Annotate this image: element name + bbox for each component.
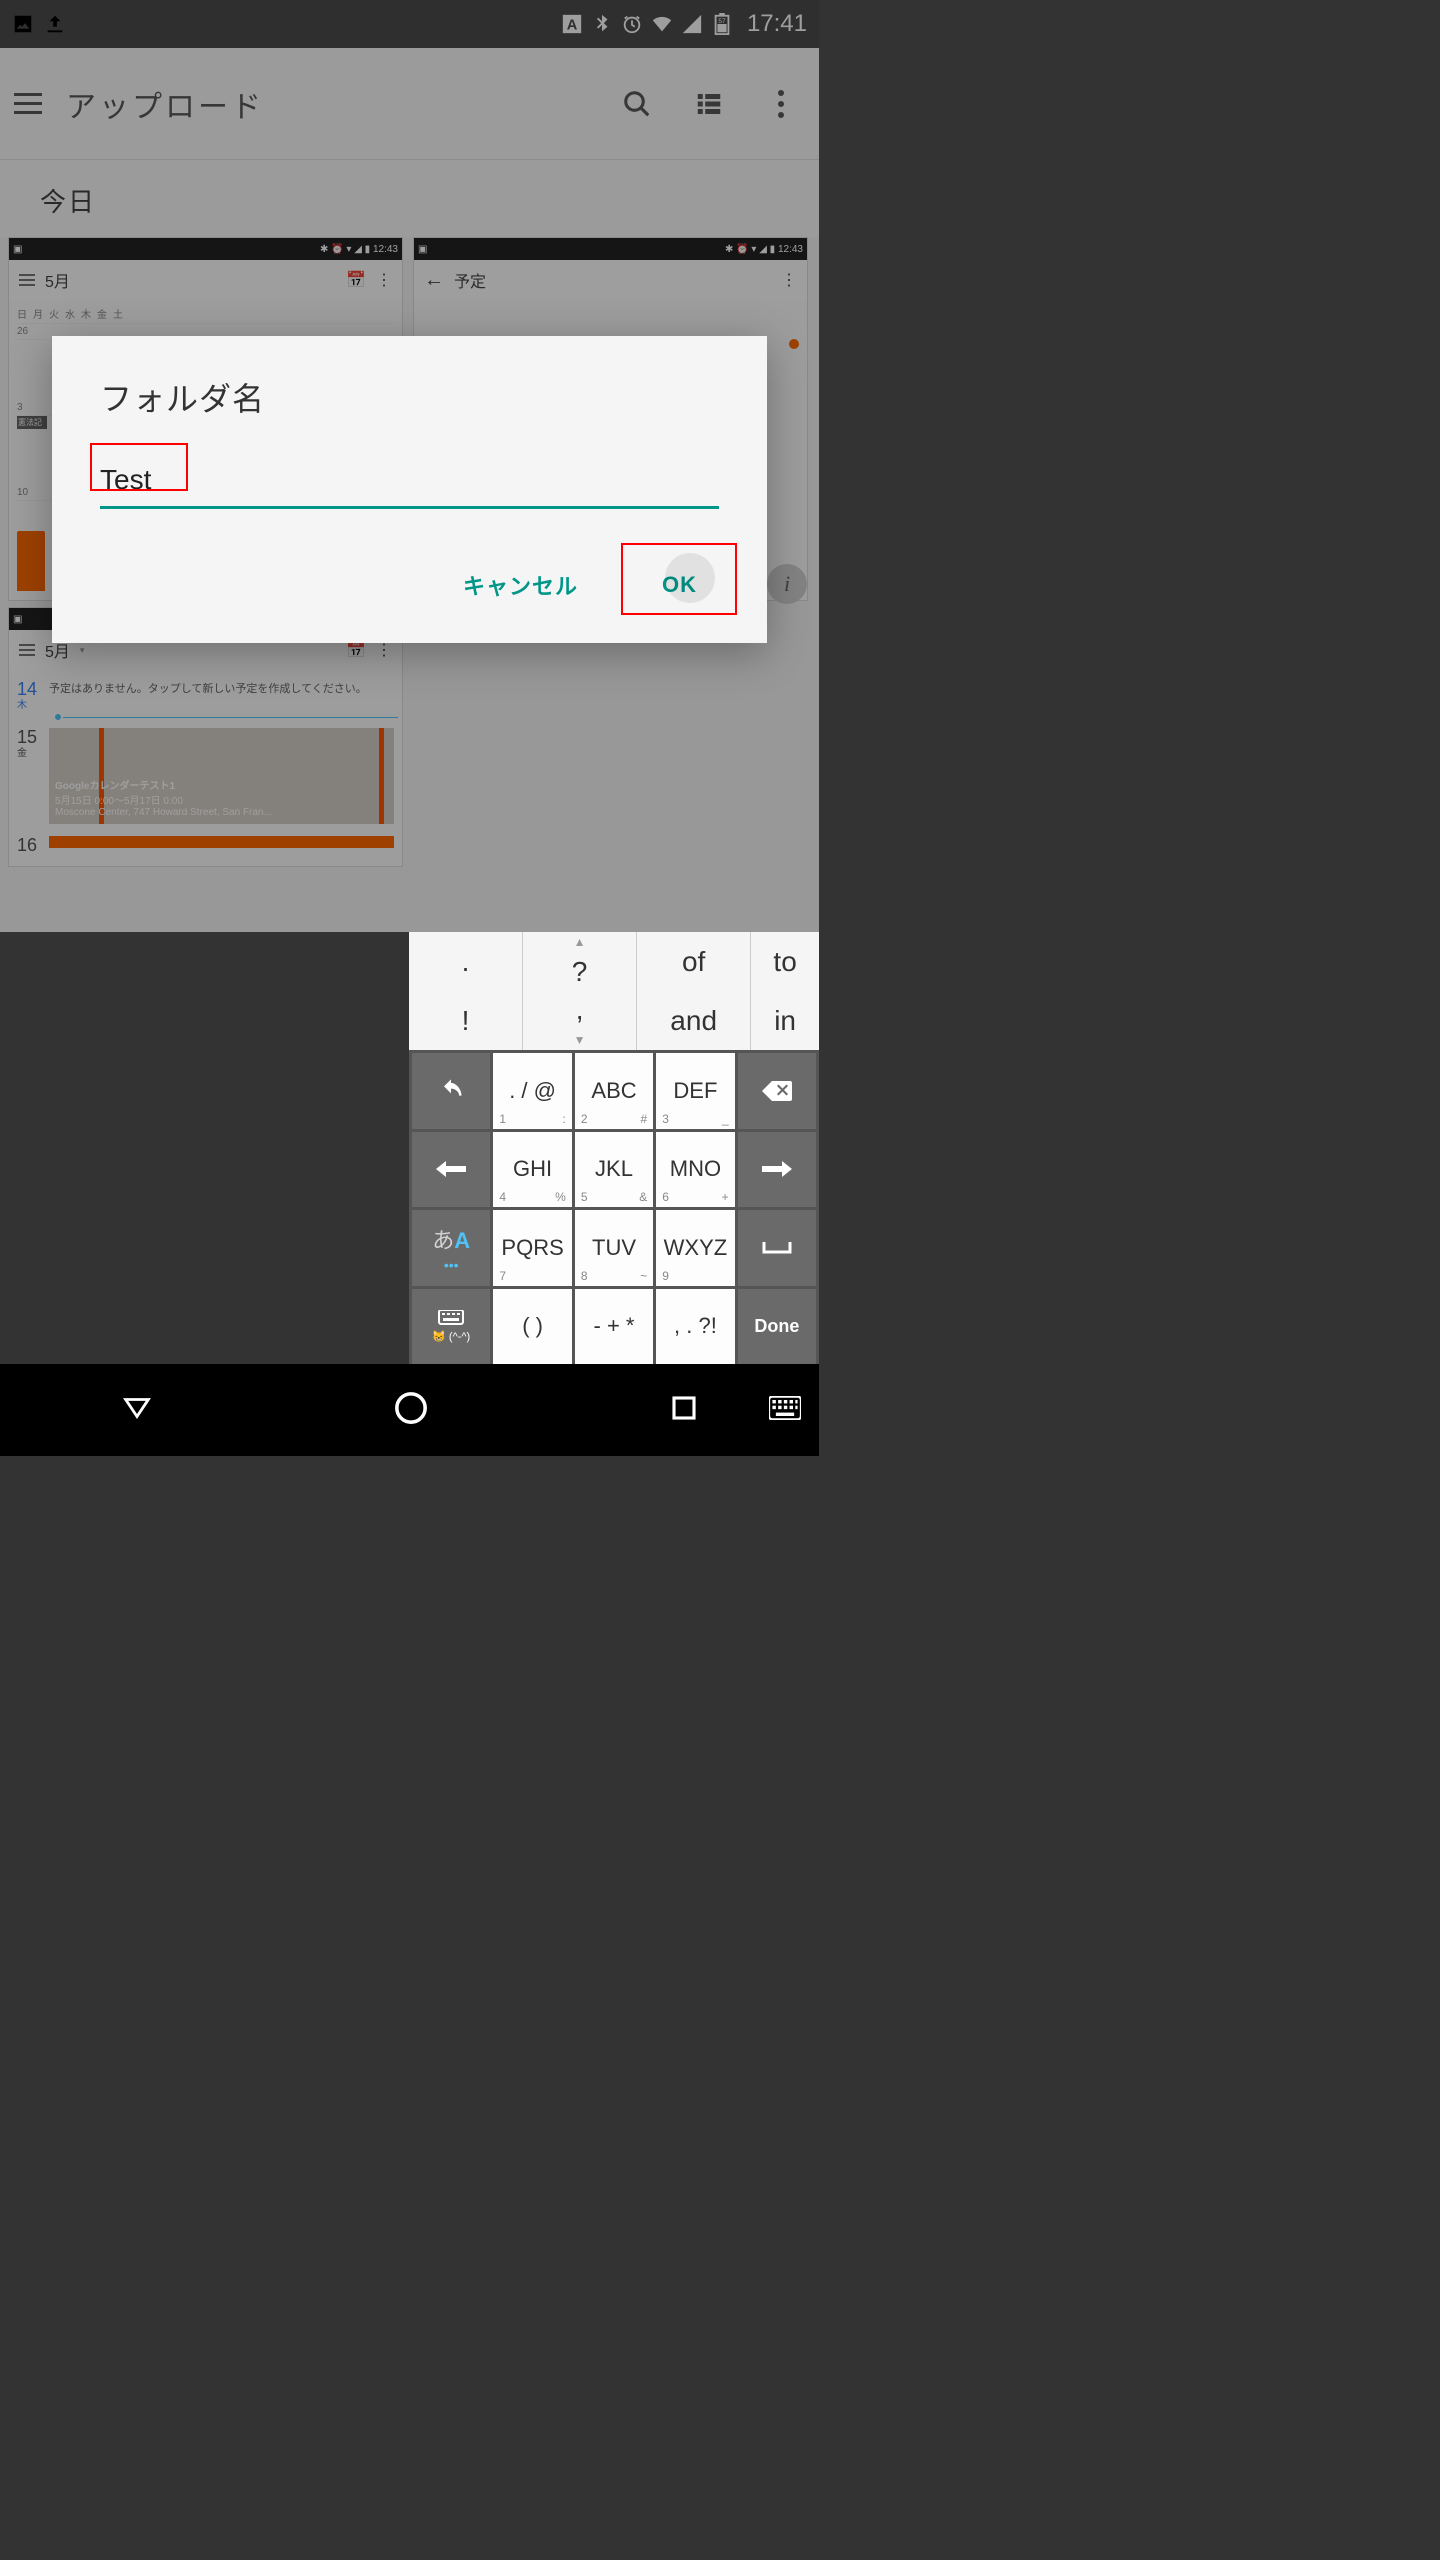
- suggestion-col-3[interactable]: ofand: [636, 932, 750, 1050]
- ripple-effect: [665, 553, 715, 603]
- key-ghi[interactable]: GHI4%: [493, 1132, 571, 1208]
- key-mno[interactable]: MNO6+: [656, 1132, 734, 1208]
- folder-name-dialog: フォルダ名 キャンセル OK: [52, 336, 767, 643]
- folder-name-input[interactable]: [100, 458, 719, 509]
- key-at[interactable]: . / @1:: [493, 1053, 571, 1129]
- emoji-key[interactable]: 😸 (^-^): [412, 1289, 490, 1365]
- nav-bar: [0, 1364, 819, 1456]
- recents-button[interactable]: [669, 1393, 699, 1428]
- dialog-title: フォルダ名: [100, 374, 719, 420]
- key-pqrs[interactable]: PQRS7: [493, 1210, 571, 1286]
- right-key[interactable]: [738, 1132, 816, 1208]
- suggestion-bar: .! ▲?,▼ ofand toin: [409, 932, 819, 1050]
- key-wxyz[interactable]: WXYZ9: [656, 1210, 734, 1286]
- back-button[interactable]: [120, 1391, 154, 1430]
- left-key[interactable]: [412, 1132, 490, 1208]
- key-jkl[interactable]: JKL5&: [575, 1132, 653, 1208]
- mode-key[interactable]: あA•••: [412, 1210, 490, 1286]
- undo-key[interactable]: [412, 1053, 490, 1129]
- done-key[interactable]: Done: [738, 1289, 816, 1365]
- key-def[interactable]: DEF3_: [656, 1053, 734, 1129]
- suggestion-col-4[interactable]: toin: [750, 932, 819, 1050]
- cancel-button[interactable]: キャンセル: [441, 555, 600, 615]
- keyboard-area: .! ▲?,▼ ofand toin . / @1: ABC2# DEF3_ G…: [0, 932, 819, 1364]
- home-button[interactable]: [394, 1391, 428, 1430]
- key-punct[interactable]: , . ?!: [656, 1289, 734, 1365]
- key-abc[interactable]: ABC2#: [575, 1053, 653, 1129]
- ime-switch-button[interactable]: [769, 1396, 801, 1425]
- suggestion-col-1[interactable]: .!: [409, 932, 522, 1050]
- key-math[interactable]: - + *: [575, 1289, 653, 1365]
- key-tuv[interactable]: TUV8~: [575, 1210, 653, 1286]
- key-paren[interactable]: ( ): [493, 1289, 571, 1365]
- suggestion-col-2[interactable]: ▲?,▼: [522, 932, 636, 1050]
- backspace-key[interactable]: [738, 1053, 816, 1129]
- space-key[interactable]: [738, 1210, 816, 1286]
- keyboard-grid: . / @1: ABC2# DEF3_ GHI4% JKL5& MNO6+ あA…: [409, 1050, 819, 1364]
